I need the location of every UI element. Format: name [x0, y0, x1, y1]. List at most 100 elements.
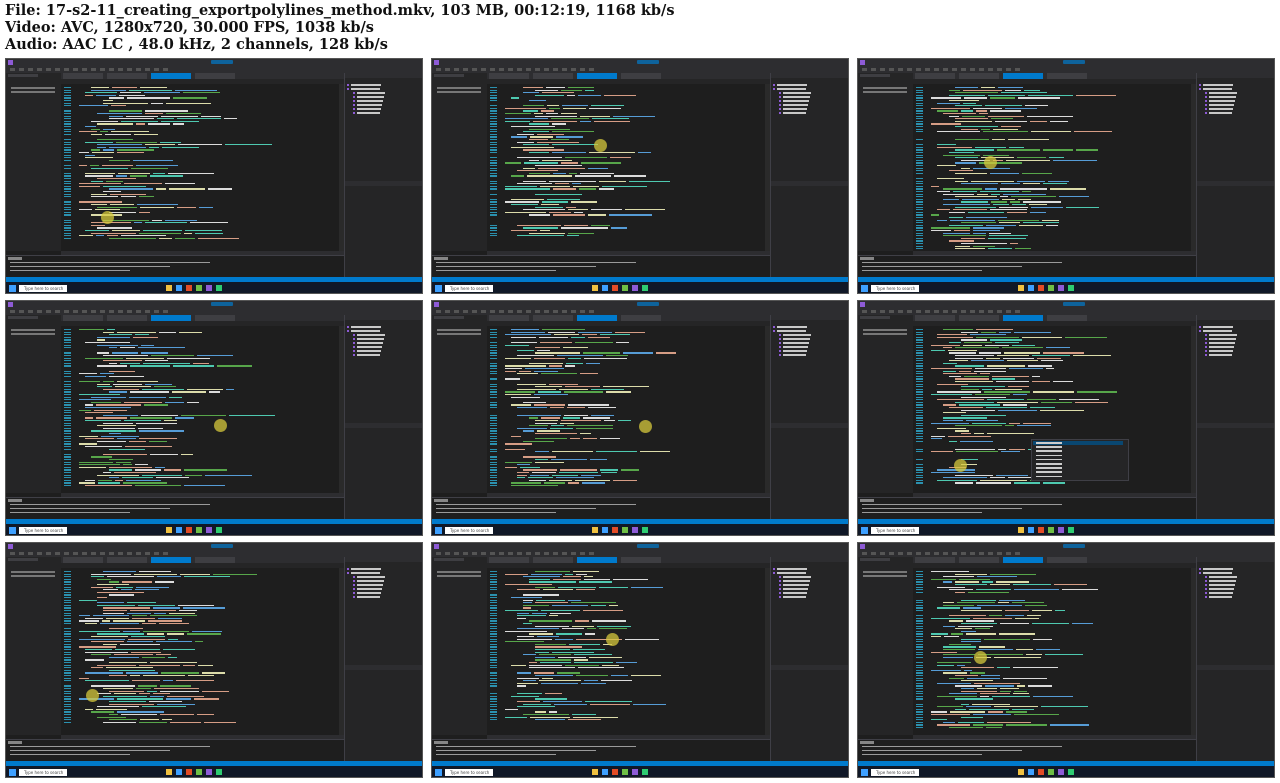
intellisense-item[interactable]: [1036, 442, 1062, 444]
intellisense-item[interactable]: [1036, 471, 1062, 473]
solution-tree-item[interactable]: [351, 88, 380, 90]
toolbar-button-icon[interactable]: [100, 552, 105, 555]
solution-tree-item[interactable]: [357, 592, 381, 594]
taskbar-search-box[interactable]: Type here to search: [19, 527, 67, 534]
solution-tree-item[interactable]: [1209, 100, 1235, 102]
code-editor[interactable]: [61, 568, 344, 735]
taskbar-app-icon[interactable]: [622, 527, 628, 533]
solution-tree-item[interactable]: [777, 326, 807, 328]
toolbar-button-icon[interactable]: [907, 310, 912, 313]
solution-tree-item[interactable]: [1203, 326, 1233, 328]
toolbar-button-icon[interactable]: [979, 310, 984, 313]
toolbar-button-icon[interactable]: [82, 310, 87, 313]
intellisense-item[interactable]: [1036, 458, 1062, 461]
code-editor[interactable]: [487, 568, 770, 735]
toolbar-button-icon[interactable]: [934, 552, 939, 555]
toolbar-button-icon[interactable]: [100, 68, 105, 71]
taskbar-app-icon[interactable]: [186, 285, 192, 291]
toolbar-button-icon[interactable]: [961, 552, 966, 555]
solution-tree-item[interactable]: [1209, 592, 1233, 594]
toolbar-button-icon[interactable]: [136, 552, 141, 555]
taskbar-app-icon[interactable]: [632, 527, 638, 533]
code-editor[interactable]: [913, 84, 1196, 251]
toolbar-button-icon[interactable]: [91, 552, 96, 555]
solution-tree-item[interactable]: [357, 354, 380, 356]
toolbar-button-icon[interactable]: [889, 68, 894, 71]
toolbar-button-icon[interactable]: [571, 552, 576, 555]
solution-tree-item[interactable]: [1209, 96, 1236, 98]
solution-tree-item[interactable]: [783, 596, 806, 598]
toolbar-button-icon[interactable]: [589, 310, 594, 313]
taskbar-app-icon[interactable]: [196, 769, 202, 775]
taskbar-app-icon[interactable]: [206, 527, 212, 533]
toolbar-button-icon[interactable]: [889, 310, 894, 313]
toolbar-button-icon[interactable]: [988, 552, 993, 555]
toolbar-button-icon[interactable]: [445, 68, 450, 71]
code-editor[interactable]: [61, 326, 344, 493]
intellisense-item[interactable]: [1036, 475, 1062, 478]
taskbar-app-icon[interactable]: [1048, 769, 1054, 775]
toolbar-button-icon[interactable]: [871, 68, 876, 71]
solution-tree-item[interactable]: [777, 88, 806, 90]
solution-tree-item[interactable]: [783, 96, 810, 98]
taskbar-app-icon[interactable]: [1048, 285, 1054, 291]
toolbar-button-icon[interactable]: [136, 310, 141, 313]
toolbar-button-icon[interactable]: [481, 552, 486, 555]
toolbar-button-icon[interactable]: [481, 310, 486, 313]
toolbar-button-icon[interactable]: [862, 552, 867, 555]
toolbar-button-icon[interactable]: [145, 310, 150, 313]
solution-tree-item[interactable]: [783, 592, 807, 594]
toolbar-button-icon[interactable]: [163, 310, 168, 313]
video-thumbnail[interactable]: Type here to search: [857, 58, 1275, 294]
toolbar-button-icon[interactable]: [544, 68, 549, 71]
toolbar-button-icon[interactable]: [1006, 552, 1011, 555]
taskbar-app-icon[interactable]: [642, 527, 648, 533]
toolbar-button-icon[interactable]: [871, 552, 876, 555]
solution-tree-item[interactable]: [783, 588, 808, 590]
toolbar-button-icon[interactable]: [979, 68, 984, 71]
taskbar-app-icon[interactable]: [622, 285, 628, 291]
solution-tree-item[interactable]: [357, 588, 382, 590]
solution-tree-item[interactable]: [357, 108, 381, 110]
taskbar-app-icon[interactable]: [186, 527, 192, 533]
solution-tree-item[interactable]: [351, 568, 381, 570]
solution-tree-item[interactable]: [1209, 350, 1233, 352]
toolbar-button-icon[interactable]: [952, 68, 957, 71]
toolbar-button-icon[interactable]: [508, 310, 513, 313]
taskbar-app-icon[interactable]: [612, 527, 618, 533]
solution-tree-item[interactable]: [783, 342, 809, 344]
toolbar-button-icon[interactable]: [526, 310, 531, 313]
toolbar-button-icon[interactable]: [508, 68, 513, 71]
toolbar-button-icon[interactable]: [55, 68, 60, 71]
solution-tree-item[interactable]: [357, 96, 384, 98]
code-editor[interactable]: [487, 326, 770, 493]
intellisense-item[interactable]: [1036, 463, 1062, 465]
solution-tree-item[interactable]: [1209, 584, 1235, 586]
toolbar-button-icon[interactable]: [64, 310, 69, 313]
solution-tree-item[interactable]: [357, 334, 385, 336]
taskbar-app-icon[interactable]: [216, 769, 222, 775]
code-editor[interactable]: [61, 84, 344, 251]
solution-tree-item[interactable]: [351, 330, 380, 332]
toolbar-button-icon[interactable]: [544, 552, 549, 555]
solution-tree-item[interactable]: [357, 576, 385, 578]
solution-tree-item[interactable]: [783, 576, 811, 578]
toolbar-button-icon[interactable]: [163, 552, 168, 555]
toolbar-button-icon[interactable]: [589, 552, 594, 555]
toolbar-button-icon[interactable]: [916, 310, 921, 313]
taskbar-app-icon[interactable]: [632, 769, 638, 775]
toolbar-button-icon[interactable]: [589, 68, 594, 71]
toolbar-button-icon[interactable]: [925, 552, 930, 555]
taskbar-app-icon[interactable]: [1018, 527, 1024, 533]
solution-tree-item[interactable]: [783, 350, 807, 352]
toolbar-button-icon[interactable]: [46, 552, 51, 555]
toolbar-button-icon[interactable]: [1015, 552, 1020, 555]
taskbar-app-icon[interactable]: [602, 285, 608, 291]
toolbar-button-icon[interactable]: [553, 552, 558, 555]
taskbar-app-icon[interactable]: [642, 769, 648, 775]
toolbar-button-icon[interactable]: [463, 310, 468, 313]
toolbar-button-icon[interactable]: [1015, 310, 1020, 313]
video-thumbnail[interactable]: Type here to search: [857, 300, 1275, 536]
windows-start-icon[interactable]: [435, 285, 442, 292]
solution-tree-item[interactable]: [783, 338, 810, 340]
